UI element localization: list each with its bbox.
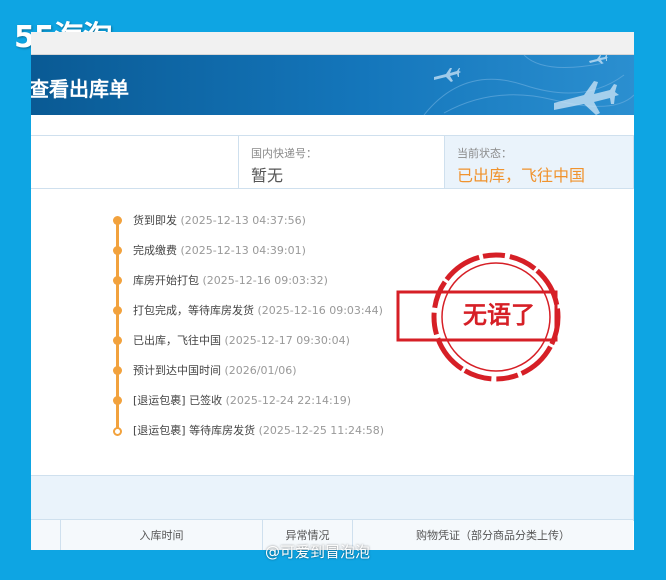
page-banner: 查看出库单 bbox=[31, 55, 634, 115]
table-header-receipt: 购物凭证（部分商品分类上传） bbox=[416, 529, 570, 542]
timeline-dot-icon bbox=[113, 246, 122, 255]
timeline-event: 完成缴费 bbox=[133, 244, 177, 257]
window-topbar bbox=[31, 32, 634, 55]
timeline-time: (2025-12-13 04:37:56) bbox=[180, 214, 306, 227]
current-status-label: 当前状态： bbox=[457, 147, 512, 160]
timeline-event: [退运包裹] 已签收 bbox=[133, 394, 223, 407]
page-title: 查看出库单 bbox=[31, 77, 129, 101]
main-window: 查看出库单 国内快递号： 暂无 当前状态： 已出库，飞往中国 货到即发 (202… bbox=[31, 32, 634, 550]
airplane-map-icon bbox=[423, 55, 634, 115]
timeline-event: [退运包裹] 等待库房发货 bbox=[133, 424, 256, 437]
timeline-dot-icon bbox=[113, 396, 122, 405]
current-status-cell: 当前状态： 已出库，飞往中国 bbox=[444, 136, 633, 188]
timeline-time: (2025-12-16 09:03:32) bbox=[202, 274, 328, 287]
current-status-value: 已出库，飞往中国 bbox=[457, 166, 586, 185]
domestic-tracking-value: 暂无 bbox=[251, 166, 284, 185]
timeline-dot-icon bbox=[113, 366, 122, 375]
timeline-time: (2025-12-13 04:39:01) bbox=[180, 244, 306, 257]
timeline-dot-icon bbox=[113, 276, 122, 285]
timeline-time: (2025-12-16 09:03:44) bbox=[257, 304, 383, 317]
domestic-tracking-cell: 国内快递号： 暂无 bbox=[238, 136, 444, 188]
timeline-dot-icon bbox=[113, 216, 122, 225]
shipment-info-row: 国内快递号： 暂无 当前状态： 已出库，飞往中国 bbox=[31, 135, 634, 189]
timeline-time: (2025-12-25 11:24:58) bbox=[258, 424, 385, 437]
domestic-tracking-label: 国内快递号： bbox=[251, 147, 317, 160]
timeline-time: (2025-12-17 09:30:04) bbox=[224, 334, 350, 347]
timeline-time: (2025-12-24 22:14:19) bbox=[225, 394, 352, 407]
stamp-text: 无语了 bbox=[463, 300, 535, 329]
timeline-event: 打包完成，等待库房发货 bbox=[133, 304, 254, 317]
timeline-event: 货到即发 bbox=[133, 214, 177, 227]
table-header-blank bbox=[31, 520, 61, 550]
timeline-dot-icon bbox=[113, 336, 122, 345]
table-header-inbound-time: 入库时间 bbox=[61, 520, 263, 550]
timeline-time: (2026/01/06) bbox=[224, 364, 297, 377]
timeline-current-dot-icon bbox=[113, 427, 122, 436]
speechless-stamp: 无语了 bbox=[396, 244, 596, 388]
timeline-event: 已出库，飞往中国 bbox=[133, 334, 221, 347]
timeline-event: 预计到达中国时间 bbox=[133, 364, 221, 377]
timeline-dot-icon bbox=[113, 306, 122, 315]
timeline-event: 库房开始打包 bbox=[133, 274, 199, 287]
watermark: @可爱到冒泡泡 bbox=[265, 543, 371, 561]
section-panel bbox=[31, 475, 634, 521]
